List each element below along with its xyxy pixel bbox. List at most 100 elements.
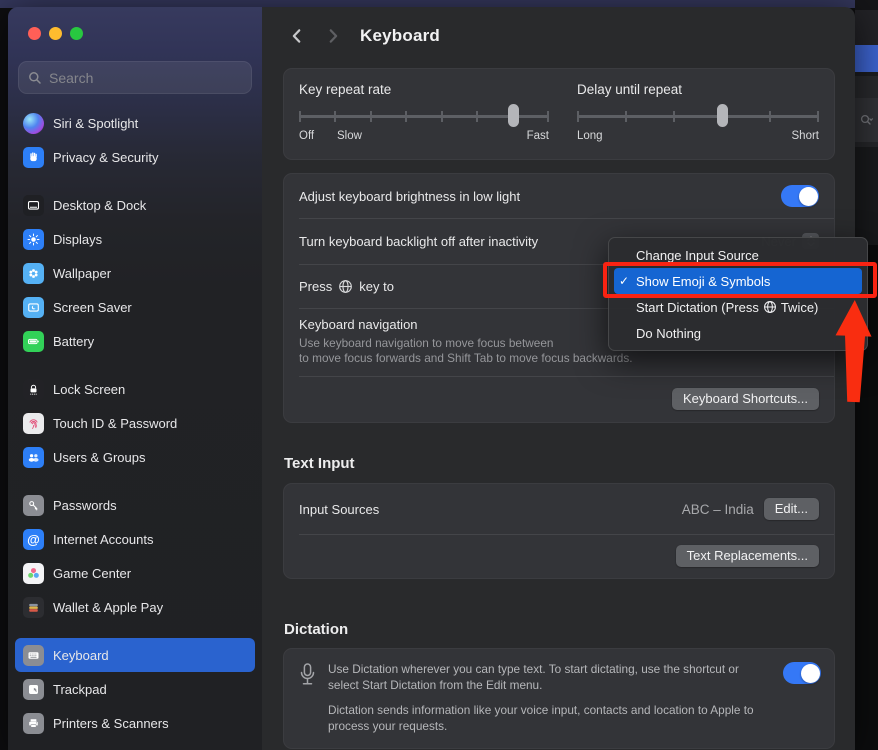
dictation-card: Use Dictation wherever you can type text…: [283, 648, 835, 749]
keyboard-shortcuts-button[interactable]: Keyboard Shortcuts...: [672, 388, 819, 410]
sidebar-item-keyboard[interactable]: Keyboard: [15, 638, 255, 672]
minimize-button[interactable]: [49, 27, 62, 40]
sidebar-item-lock-screen[interactable]: Lock Screen: [15, 372, 255, 406]
menu-item-do-nothing[interactable]: Do Nothing: [614, 320, 862, 346]
backlight-label: Turn keyboard backlight off after inacti…: [299, 234, 538, 249]
sidebar-item-printers[interactable]: Printers & Scanners: [15, 706, 255, 740]
sidebar-item-label: Users & Groups: [53, 450, 145, 465]
sidebar-item-label: Keyboard: [53, 648, 109, 663]
sidebar-item-label: Displays: [53, 232, 102, 247]
sidebar-item-label: Wallet & Apple Pay: [53, 600, 163, 615]
brightness-label: Adjust keyboard brightness in low light: [299, 189, 520, 204]
key-repeat-card: Key repeat rate Off Slow Fast: [283, 68, 835, 160]
page-title: Keyboard: [360, 26, 440, 46]
sidebar-item-label: Trackpad: [53, 682, 107, 697]
header: Keyboard: [262, 7, 855, 53]
lock-icon: [23, 379, 44, 400]
press-key-prefix: Press: [299, 279, 332, 294]
background-window-toolbar: [855, 98, 878, 142]
sidebar-item-label: Passwords: [53, 498, 117, 513]
key-repeat-slider-thumb[interactable]: [508, 104, 519, 127]
input-sources-label: Input Sources: [299, 502, 379, 517]
sidebar-item-label: Screen Saver: [53, 300, 132, 315]
battery-icon: [23, 331, 44, 352]
sidebar-item-passwords[interactable]: Passwords: [15, 488, 255, 522]
sidebar-item-label: Touch ID & Password: [53, 416, 177, 431]
menu-item-label: Start Dictation (Press: [636, 300, 759, 315]
delay-repeat-slider[interactable]: [577, 104, 819, 128]
text-input-card: Input Sources ABC – India Edit... Text R…: [283, 483, 835, 579]
sidebar-item-users-groups[interactable]: Users & Groups: [15, 440, 255, 474]
wallet-icon: [23, 597, 44, 618]
slider-label-long: Long: [577, 130, 603, 142]
annotation-arrow-up: [832, 299, 876, 403]
background-window-segment: [855, 147, 878, 245]
dictation-description: Use Dictation wherever you can type text…: [328, 662, 770, 734]
desktop-dock-icon: [23, 195, 44, 216]
game-center-icon: [23, 563, 44, 584]
menu-item-label: Twice): [781, 300, 819, 315]
brightness-row: Adjust keyboard brightness in low light: [284, 174, 834, 218]
edit-button[interactable]: Edit...: [764, 498, 819, 520]
sidebar-item-battery[interactable]: Battery: [15, 324, 255, 358]
close-button[interactable]: [28, 27, 41, 40]
sidebar-item-desktop-dock[interactable]: Desktop & Dock: [15, 188, 255, 222]
slider-label-off: Off: [299, 130, 314, 142]
system-settings-window: Search Siri & Spotlight Privacy & Securi…: [8, 7, 855, 750]
dictation-toggle[interactable]: [783, 662, 821, 684]
sidebar-item-label: Desktop & Dock: [53, 198, 146, 213]
shortcuts-row: Keyboard Shortcuts...: [284, 376, 834, 422]
sidebar-item-internet-accounts[interactable]: @ Internet Accounts: [15, 522, 255, 556]
search-icon: [28, 71, 42, 85]
traffic-lights: [28, 27, 83, 40]
fingerprint-icon: [23, 413, 44, 434]
background-window-titlebar: [855, 10, 878, 45]
search-dropdown-icon: [859, 113, 874, 128]
text-replacements-button[interactable]: Text Replacements...: [676, 545, 819, 567]
users-icon: [23, 447, 44, 468]
key-icon: [23, 495, 44, 516]
background-window-blue-band: [855, 45, 878, 72]
sidebar-list: Siri & Spotlight Privacy & Security: [8, 106, 262, 740]
forward-button[interactable]: [322, 25, 344, 47]
text-replacements-row: Text Replacements...: [284, 534, 834, 578]
sidebar-item-label: Internet Accounts: [53, 532, 153, 547]
input-sources-row: Input Sources ABC – India Edit...: [284, 484, 834, 534]
sidebar-item-wallpaper[interactable]: Wallpaper: [15, 256, 255, 290]
trackpad-icon: [23, 679, 44, 700]
delay-repeat-slider-thumb[interactable]: [717, 104, 728, 127]
back-button[interactable]: [286, 25, 308, 47]
microphone-icon: [298, 662, 317, 734]
sidebar-item-game-center[interactable]: Game Center: [15, 556, 255, 590]
background-window-segment: [855, 0, 878, 10]
displays-icon: [23, 229, 44, 250]
sidebar-item-touch-id[interactable]: Touch ID & Password: [15, 406, 255, 440]
slider-label-slow: Slow: [337, 130, 362, 142]
siri-icon: [23, 113, 44, 134]
sidebar-item-label: Siri & Spotlight: [53, 116, 138, 131]
globe-icon: [763, 300, 777, 314]
sidebar-item-trackpad[interactable]: Trackpad: [15, 672, 255, 706]
sidebar-item-siri-spotlight[interactable]: Siri & Spotlight: [15, 106, 255, 140]
text-input-section-title: Text Input: [284, 455, 835, 472]
key-repeat-slider[interactable]: [299, 104, 549, 128]
slider-label-fast: Fast: [527, 130, 549, 142]
sidebar-item-wallet[interactable]: Wallet & Apple Pay: [15, 590, 255, 624]
search-input[interactable]: Search: [18, 61, 252, 94]
sidebar-item-label: Game Center: [53, 566, 131, 581]
brightness-toggle[interactable]: [781, 185, 819, 207]
hand-icon: [23, 147, 44, 168]
screen-saver-icon: [23, 297, 44, 318]
sidebar-item-privacy-security[interactable]: Privacy & Security: [15, 140, 255, 174]
slider-label-short: Short: [792, 130, 820, 142]
sidebar-item-displays[interactable]: Displays: [15, 222, 255, 256]
content: Key repeat rate Off Slow Fast: [262, 53, 855, 749]
globe-icon: [338, 279, 353, 294]
sidebar-item-screen-saver[interactable]: Screen Saver: [15, 290, 255, 324]
at-icon: @: [23, 529, 44, 550]
menu-item-label: Change Input Source: [636, 248, 759, 263]
menu-item-label: Do Nothing: [636, 326, 701, 341]
zoom-button[interactable]: [70, 27, 83, 40]
background-window-segment: [855, 76, 878, 98]
sidebar-item-label: Lock Screen: [53, 382, 125, 397]
